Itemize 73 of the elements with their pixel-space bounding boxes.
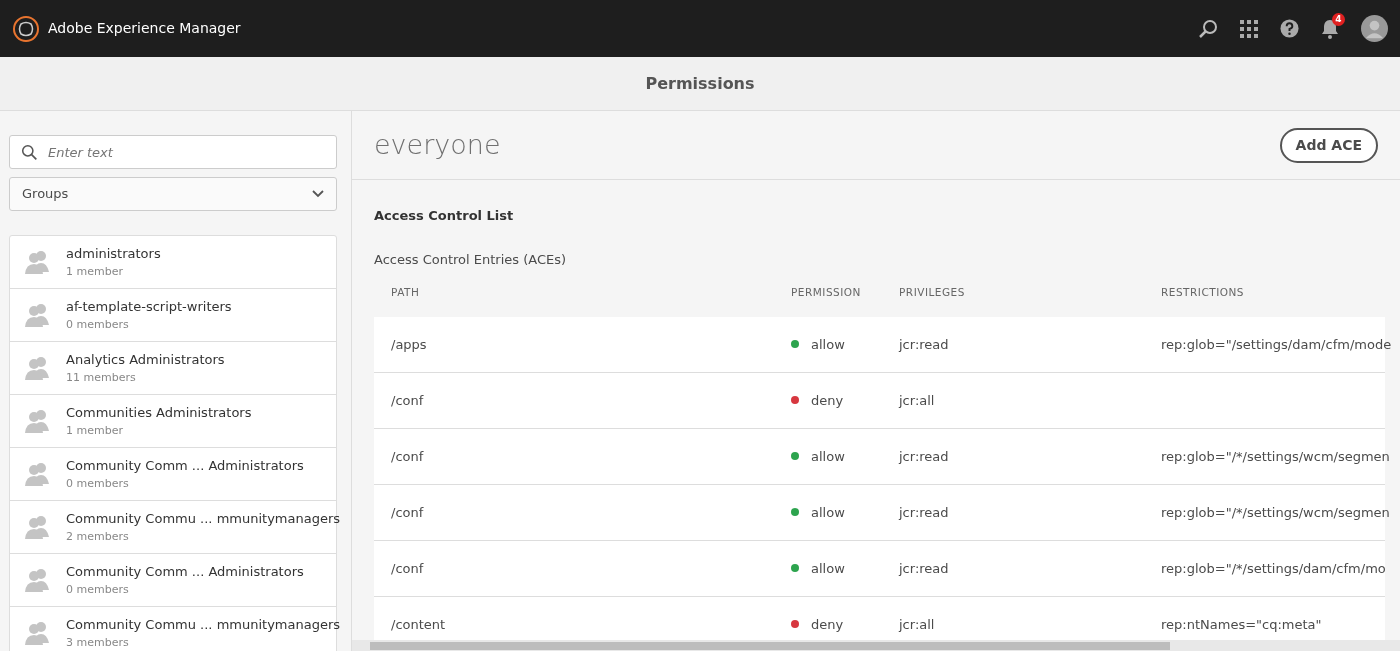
path-cell: /content bbox=[391, 616, 446, 632]
path-cell: /conf bbox=[391, 504, 424, 520]
path-cell: /apps bbox=[391, 336, 427, 352]
search-icon[interactable] bbox=[1198, 18, 1218, 39]
restrictions-cell: rep:ntNames="cq:meta" bbox=[1161, 616, 1322, 632]
path-cell: /conf bbox=[391, 560, 424, 576]
logo-icon bbox=[12, 14, 40, 43]
help-icon[interactable] bbox=[1280, 19, 1299, 38]
column-header: PRIVILEGES bbox=[899, 285, 966, 300]
member-count: 1 member bbox=[66, 263, 124, 280]
search-icon bbox=[21, 144, 38, 161]
horizontal-scrollbar[interactable] bbox=[352, 640, 1400, 651]
group-name: Communities Administrators bbox=[66, 404, 252, 422]
table-title: Access Control Entries (ACEs) bbox=[374, 250, 568, 269]
page-title: Permissions bbox=[645, 72, 755, 95]
permission-cell-text: allow bbox=[811, 503, 845, 522]
group-name: Community Comm ... Administrators bbox=[66, 563, 304, 581]
permission-cell-text: deny bbox=[811, 615, 844, 634]
group-name: Community Comm ... Administrators bbox=[66, 457, 304, 475]
group-icon bbox=[24, 409, 52, 433]
group-name: Analytics Administrators bbox=[66, 351, 225, 369]
chevron-down-icon bbox=[312, 190, 324, 198]
privileges-cell: jcr:read bbox=[899, 336, 949, 352]
principal-name: everyone bbox=[374, 127, 501, 162]
group-icon bbox=[24, 462, 52, 486]
restrictions-cell: rep:glob="/*/settings/dam/cfm/mo bbox=[1161, 560, 1386, 576]
permission-cell-text: allow bbox=[811, 559, 845, 578]
column-header: PATH bbox=[391, 285, 421, 300]
member-count: 0 members bbox=[66, 581, 130, 598]
group-icon bbox=[24, 303, 52, 327]
privileges-cell: jcr:all bbox=[899, 616, 935, 632]
app-title: Adobe Experience Manager bbox=[48, 19, 241, 38]
permission-cell-text: deny bbox=[811, 391, 844, 410]
path-cell: /conf bbox=[391, 448, 424, 464]
group-icon bbox=[24, 356, 52, 380]
restrictions-cell: rep:glob="/*/settings/wcm/segmen bbox=[1161, 448, 1390, 464]
avatar-icon[interactable] bbox=[1361, 15, 1388, 42]
group-list-item[interactable]: Community Comm ... Administrators 0 members bbox=[10, 554, 336, 607]
member-count: 2 members bbox=[66, 528, 130, 545]
permission-cell-text: allow bbox=[811, 447, 845, 466]
group-list-item[interactable]: Analytics Administrators 11 members bbox=[10, 342, 336, 395]
group-name: administrators bbox=[66, 245, 161, 263]
column-header: PERMISSION bbox=[791, 285, 862, 300]
group-filter-dropdown[interactable]: Groups bbox=[9, 177, 337, 211]
column-header: RESTRICTIONS bbox=[1161, 285, 1246, 300]
group-icon bbox=[24, 568, 52, 592]
privileges-cell: jcr:read bbox=[899, 448, 949, 464]
section-title: Access Control List bbox=[374, 207, 515, 225]
group-name: af-template-script-writers bbox=[66, 298, 232, 316]
search-field[interactable]: Enter text bbox=[9, 135, 337, 169]
group-name: Community Commu ... mmunitymanagers bbox=[66, 616, 341, 634]
group-icon bbox=[24, 515, 52, 539]
group-list-item[interactable]: Community Comm ... Administrators 0 members bbox=[10, 448, 336, 501]
privileges-cell: jcr:read bbox=[899, 504, 949, 520]
member-count: 3 members bbox=[66, 634, 130, 651]
group-icon bbox=[24, 621, 52, 645]
member-count: 11 members bbox=[66, 369, 137, 386]
privileges-cell: jcr:read bbox=[899, 560, 949, 576]
notification-count: 4 bbox=[1332, 12, 1345, 26]
restrictions-cell: rep:glob="/*/settings/wcm/segmen bbox=[1161, 504, 1390, 520]
group-list-item[interactable]: af-template-script-writers 0 members bbox=[10, 289, 336, 342]
member-count: 1 member bbox=[66, 422, 124, 439]
member-count: 0 members bbox=[66, 475, 130, 492]
apps-grid-icon[interactable] bbox=[1240, 19, 1258, 38]
group-list-item[interactable]: Communities Administrators 1 member bbox=[10, 395, 336, 448]
group-icon bbox=[24, 250, 52, 274]
add-ace-button[interactable]: Add ACE bbox=[1279, 127, 1378, 163]
permission-cell-text: allow bbox=[811, 335, 845, 354]
path-cell: /conf bbox=[391, 392, 424, 408]
group-list-item[interactable]: administrators 1 member bbox=[10, 236, 336, 289]
restrictions-cell: rep:glob="/settings/dam/cfm/mode bbox=[1161, 336, 1392, 352]
member-count: 0 members bbox=[66, 316, 130, 333]
privileges-cell: jcr:all bbox=[899, 392, 935, 408]
